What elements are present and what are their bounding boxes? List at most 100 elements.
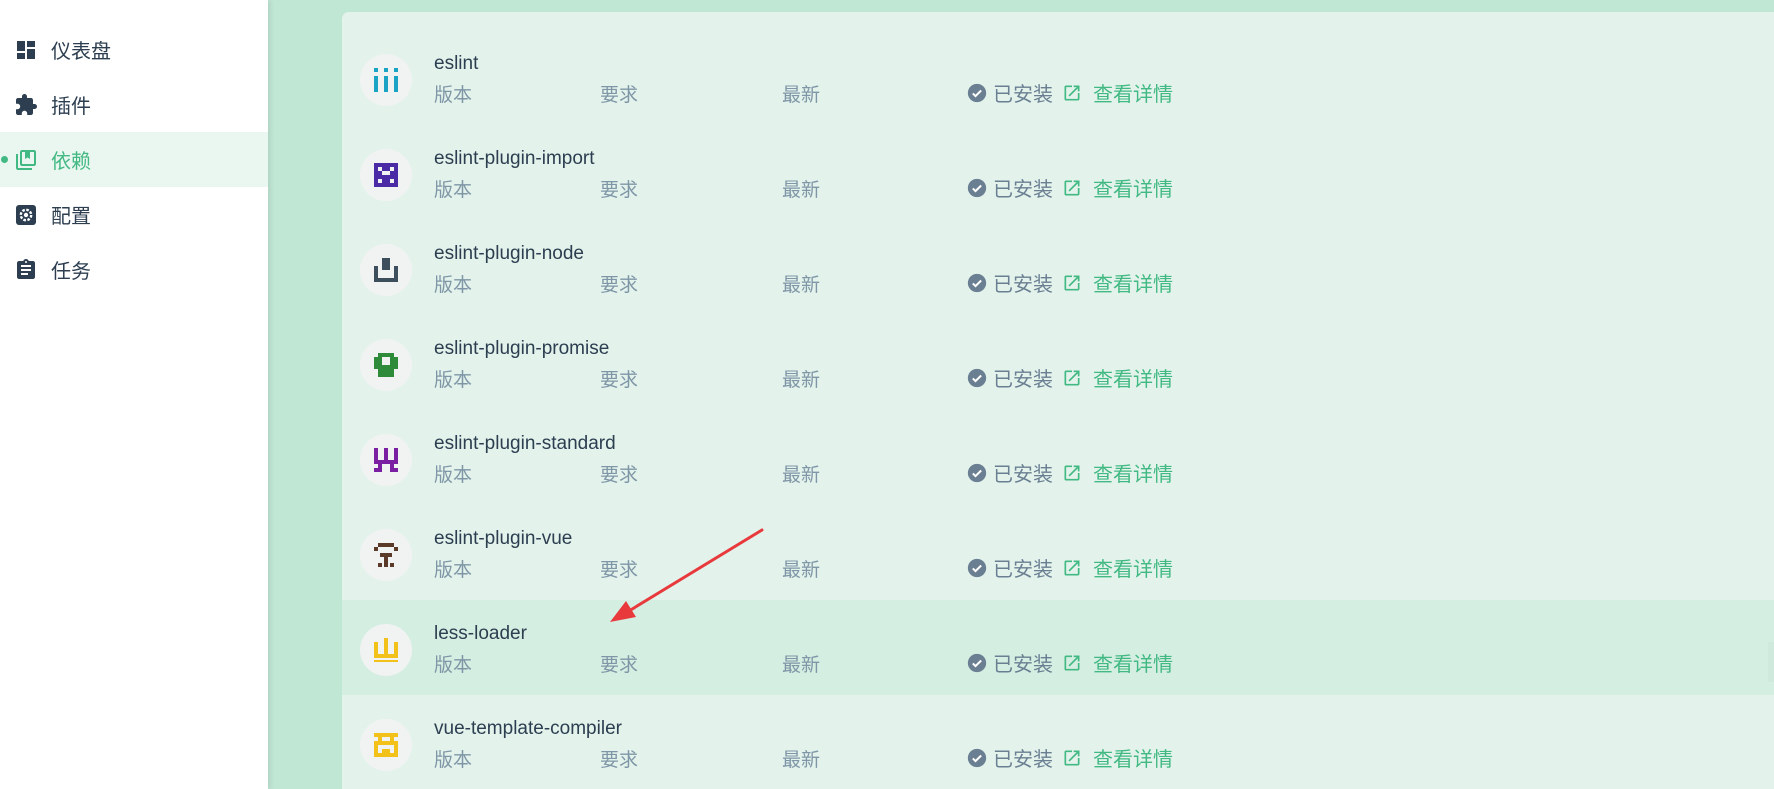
sidebar-item-label: 仪表盘 <box>51 41 111 63</box>
external-link-icon <box>1064 370 1080 385</box>
external-link-icon <box>1064 85 1080 100</box>
view-details-link[interactable]: 查看详情 <box>1062 78 1173 107</box>
dependency-item[interactable]: eslint-plugin-vue 版本 要求 最新 已安装 查看详情 <box>342 505 1774 600</box>
status-text: 已安装 <box>993 749 1053 771</box>
view-details-label: 查看详情 <box>1093 749 1173 771</box>
required-label: 要求 <box>600 370 639 391</box>
dependency-item[interactable]: eslint-plugin-node 版本 要求 最新 已安装 查看详情 <box>342 220 1774 315</box>
installed-status: 已安装 <box>967 173 1053 202</box>
library-icon <box>14 148 38 172</box>
external-link-icon <box>1064 180 1080 195</box>
dependency-name: eslint-plugin-node <box>434 243 584 264</box>
status-text: 已安装 <box>993 274 1053 296</box>
required-label: 要求 <box>600 85 639 106</box>
status-text: 已安装 <box>993 559 1053 581</box>
package-avatar-icon <box>360 624 412 676</box>
latest-label: 最新 <box>782 465 821 486</box>
version-label: 版本 <box>434 85 473 106</box>
installed-status: 已安装 <box>967 648 1053 677</box>
package-avatar-icon <box>360 54 412 106</box>
installed-status: 已安装 <box>967 78 1053 107</box>
check-circle-icon <box>967 653 987 672</box>
dependency-name: eslint-plugin-vue <box>434 528 573 549</box>
sidebar-item-configuration[interactable]: 配置 <box>0 187 268 242</box>
external-link-icon <box>1064 655 1080 670</box>
external-link-icon <box>1064 275 1080 290</box>
version-label: 版本 <box>434 465 473 486</box>
dependency-item[interactable]: vue-template-compiler 版本 要求 最新 已安装 查看详情 <box>342 695 1774 789</box>
latest-label: 最新 <box>782 655 821 676</box>
status-text: 已安装 <box>993 654 1053 676</box>
latest-label: 最新 <box>782 750 821 771</box>
check-circle-icon <box>967 178 987 197</box>
package-avatar-icon <box>360 529 412 581</box>
version-label: 版本 <box>434 655 473 676</box>
dependency-item[interactable]: eslint-plugin-import 版本 要求 最新 已安装 查看详情 <box>342 125 1774 220</box>
dependency-item[interactable]: eslint-plugin-standard 版本 要求 最新 已安装 查看详情 <box>342 410 1774 505</box>
required-label: 要求 <box>600 750 639 771</box>
view-details-link[interactable]: 查看详情 <box>1062 173 1173 202</box>
check-circle-icon <box>967 83 987 102</box>
view-details-link[interactable]: 查看详情 <box>1062 743 1173 772</box>
version-label: 版本 <box>434 275 473 296</box>
external-link-icon <box>1064 465 1080 480</box>
dependency-name: eslint <box>434 53 479 74</box>
package-avatar-icon <box>360 339 412 391</box>
check-circle-icon <box>967 558 987 577</box>
installed-status: 已安装 <box>967 363 1053 392</box>
sidebar-item-dependencies[interactable]: 依赖 <box>0 132 268 187</box>
dependency-name: vue-template-compiler <box>434 718 622 739</box>
puzzle-icon <box>14 93 38 117</box>
view-details-link[interactable]: 查看详情 <box>1062 363 1173 392</box>
clipboard-icon <box>14 258 38 282</box>
sidebar-item-dashboard[interactable]: 仪表盘 <box>0 22 268 77</box>
installed-status: 已安装 <box>967 458 1053 487</box>
view-details-link[interactable]: 查看详情 <box>1062 458 1173 487</box>
app-root: 仪表盘 插件 依赖 配置 任务 eslint 版本 要求 最新 已安装 查看详情… <box>0 0 1774 789</box>
view-details-label: 查看详情 <box>1093 559 1173 581</box>
dependency-item[interactable]: less-loader 版本 要求 最新 已安装 查看详情 <box>342 600 1774 695</box>
sidebar-item-label: 配置 <box>51 206 91 228</box>
version-label: 版本 <box>434 750 473 771</box>
required-label: 要求 <box>600 560 639 581</box>
dependency-name: eslint-plugin-standard <box>434 433 616 454</box>
dependency-item[interactable]: eslint 版本 要求 最新 已安装 查看详情 <box>342 30 1774 125</box>
view-details-label: 查看详情 <box>1093 369 1173 391</box>
latest-label: 最新 <box>782 180 821 201</box>
external-link-icon <box>1064 560 1080 575</box>
required-label: 要求 <box>600 180 639 201</box>
required-label: 要求 <box>600 655 639 676</box>
status-text: 已安装 <box>993 84 1053 106</box>
view-details-label: 查看详情 <box>1093 274 1173 296</box>
status-text: 已安装 <box>993 179 1053 201</box>
package-avatar-icon <box>360 434 412 486</box>
check-circle-icon <box>967 368 987 387</box>
status-text: 已安装 <box>993 369 1053 391</box>
latest-label: 最新 <box>782 85 821 106</box>
sidebar-item-tasks[interactable]: 任务 <box>0 242 268 297</box>
view-details-link[interactable]: 查看详情 <box>1062 648 1173 677</box>
dependency-name: less-loader <box>434 623 527 644</box>
dependency-item[interactable]: eslint-plugin-promise 版本 要求 最新 已安装 查看详情 <box>342 315 1774 410</box>
dependency-name: eslint-plugin-import <box>434 148 595 169</box>
required-label: 要求 <box>600 465 639 486</box>
sidebar-item-label: 任务 <box>51 261 91 283</box>
package-avatar-icon <box>360 149 412 201</box>
view-details-link[interactable]: 查看详情 <box>1062 268 1173 297</box>
scrollbar-edge[interactable] <box>1768 642 1774 682</box>
version-label: 版本 <box>434 370 473 391</box>
sidebar: 仪表盘 插件 依赖 配置 任务 <box>0 0 268 789</box>
view-details-link[interactable]: 查看详情 <box>1062 553 1173 582</box>
sidebar-item-plugins[interactable]: 插件 <box>0 77 268 132</box>
sidebar-item-label: 依赖 <box>51 151 91 173</box>
sidebar-item-label: 插件 <box>51 96 91 118</box>
installed-status: 已安装 <box>967 553 1053 582</box>
view-details-label: 查看详情 <box>1093 179 1173 201</box>
check-circle-icon <box>967 463 987 482</box>
dependency-list: eslint 版本 要求 最新 已安装 查看详情 eslint-plugin-i… <box>342 12 1774 789</box>
latest-label: 最新 <box>782 370 821 391</box>
dashboard-icon <box>14 38 38 62</box>
required-label: 要求 <box>600 275 639 296</box>
check-circle-icon <box>967 748 987 767</box>
dependency-name: eslint-plugin-promise <box>434 338 610 359</box>
